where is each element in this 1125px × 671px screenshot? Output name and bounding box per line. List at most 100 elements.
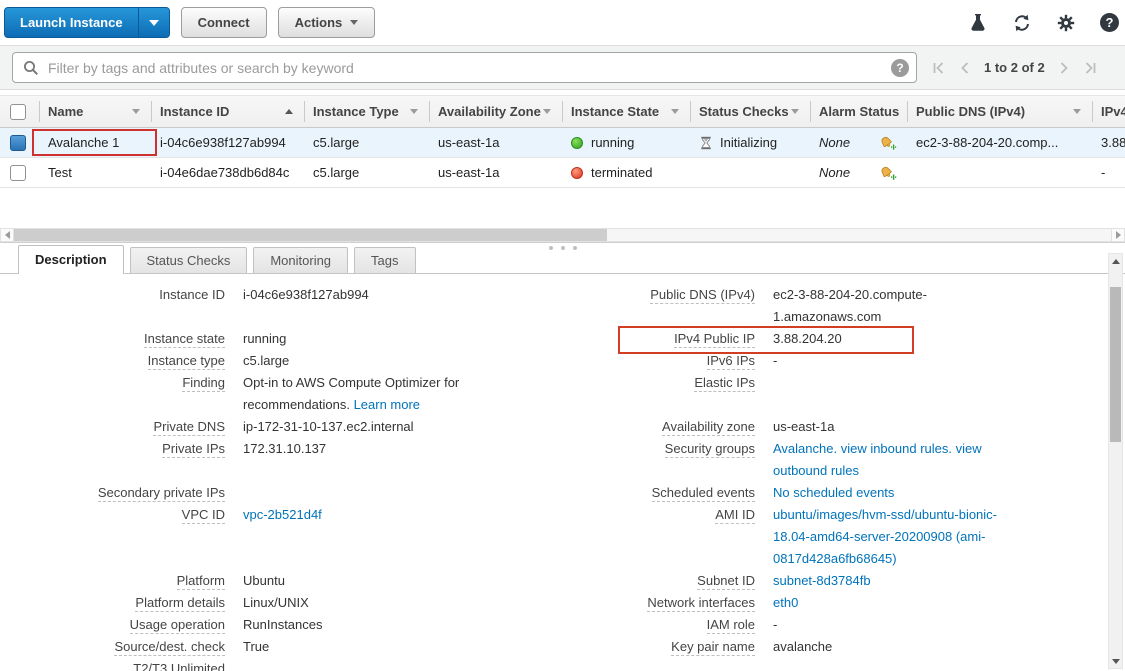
field-label: IPv6 IPs (560, 351, 755, 368)
alarm-status-label: None (819, 165, 850, 180)
availability-zone-cell: us-east-1a (430, 158, 563, 187)
field-label: Finding (0, 373, 225, 390)
description-row: Availability zoneus-east-1a (560, 417, 1100, 439)
horizontal-scroll-track[interactable] (14, 228, 1111, 242)
launch-instance-button[interactable]: Launch Instance (4, 7, 170, 38)
field-label (560, 549, 755, 551)
field-value-link[interactable]: Avalanche. view inbound rules. view (773, 441, 982, 456)
filter-input[interactable] (39, 60, 891, 76)
launch-instance-label[interactable]: Launch Instance (5, 8, 138, 37)
field-value: subnet-8d3784fb (773, 571, 871, 588)
alarm-status-cell: None (811, 158, 908, 187)
column-header-state[interactable]: Instance State (563, 96, 691, 127)
field-label: Platform details (0, 593, 225, 610)
column-header-type[interactable]: Instance Type (305, 96, 430, 127)
pagination-prev-button[interactable] (960, 62, 969, 74)
description-row: Security groups Avalanche. view inbound r… (560, 439, 1100, 461)
field-label: Elastic IPs (560, 373, 755, 390)
settings-gear-icon[interactable] (1057, 14, 1075, 32)
column-header-ip[interactable]: IPv4 Public IP (1093, 96, 1125, 127)
table-body: Avalanche 1i-04c6e938f127ab994c5.largeus… (0, 128, 1125, 188)
instances-table: NameInstance IDInstance Type Availability… (0, 95, 1125, 188)
field-value-link[interactable]: eth0 (773, 595, 798, 610)
field-value-text: c5.large (243, 353, 289, 368)
field-label (560, 461, 755, 463)
tab-description[interactable]: Description (18, 245, 124, 274)
field-label (0, 395, 225, 397)
instance-row[interactable]: Testi-04e6dae738db6d84cc5.largeus-east-1… (0, 158, 1125, 188)
field-label-text: T2/T3 Unlimited (133, 661, 225, 671)
field-value-link[interactable]: subnet-8d3784fb (773, 573, 871, 588)
pagination-last-button[interactable] (1084, 62, 1096, 74)
column-header-dns[interactable]: Public DNS (IPv4) (908, 96, 1093, 127)
actions-button[interactable]: Actions (278, 7, 376, 38)
column-header-alarm[interactable]: Alarm Status (811, 96, 908, 127)
field-value-link[interactable]: ubuntu/images/hvm-ssd/ubuntu-bionic- (773, 507, 997, 522)
state-label: terminated (591, 165, 652, 180)
description-row-continuation (0, 307, 555, 329)
description-row: IPv6 IPs- (560, 351, 1100, 373)
column-header-name[interactable]: Name (40, 96, 152, 127)
field-label-text: Subnet ID (697, 573, 755, 590)
field-value-link[interactable]: No scheduled events (773, 485, 894, 500)
triangle-right-icon (1116, 231, 1121, 239)
field-value: No scheduled events (773, 483, 894, 500)
filter-help-icon[interactable]: ? (891, 59, 909, 77)
refresh-icon[interactable] (1012, 14, 1032, 32)
field-value-link[interactable]: 18.04-amd64-server-20200908 (ami- (773, 529, 985, 544)
select-all-checkbox[interactable] (10, 104, 26, 120)
launch-instance-caret-button[interactable] (138, 8, 169, 37)
description-row-continuation (0, 527, 555, 549)
connect-button[interactable]: Connect (181, 7, 267, 38)
description-row: IPv4 Public IP3.88.204.20 (560, 329, 1100, 351)
row-checkbox[interactable] (10, 165, 26, 181)
scroll-up-arrow[interactable] (1109, 254, 1122, 268)
field-value-link[interactable]: 0817d428a6fb68645) (773, 551, 897, 566)
pagination-next-button[interactable] (1060, 62, 1069, 74)
instance-name-cell: Test (40, 158, 152, 187)
field-value-text: Ubuntu (243, 573, 285, 588)
vertical-scrollbar[interactable] (1108, 253, 1123, 669)
column-header-id[interactable]: Instance ID (152, 96, 305, 127)
pane-resize-handle[interactable] (549, 246, 577, 250)
tab-monitoring[interactable]: Monitoring (253, 247, 348, 273)
triangle-left-icon (5, 231, 10, 239)
instance-name: Test (48, 165, 72, 180)
description-row: VPC IDvpc-2b521d4f (0, 505, 555, 527)
pagination-first-button[interactable] (933, 62, 945, 74)
scroll-right-arrow[interactable] (1111, 228, 1125, 242)
field-value: c5.large (243, 351, 289, 368)
column-label: Public DNS (IPv4) (916, 104, 1025, 119)
field-label (560, 395, 755, 397)
tab-tags[interactable]: Tags (354, 247, 415, 273)
scroll-left-arrow[interactable] (0, 228, 14, 242)
scroll-down-arrow[interactable] (1109, 654, 1122, 668)
triangle-up-icon (1112, 259, 1120, 264)
select-all-checkbox-header[interactable] (0, 96, 40, 127)
field-value-link[interactable]: vpc-2b521d4f (243, 507, 322, 522)
column-header-checks[interactable]: Status Checks (691, 96, 811, 127)
column-header-az[interactable]: Availability Zone (430, 96, 563, 127)
horizontal-scrollbar[interactable] (0, 228, 1125, 242)
field-value-text: 3.88.204.20 (773, 331, 842, 346)
field-value: 1.amazonaws.com (773, 307, 881, 324)
tab-status-checks[interactable]: Status Checks (130, 247, 248, 273)
help-icon[interactable]: ? (1100, 13, 1119, 32)
create-alarm-icon[interactable] (880, 165, 898, 181)
column-label: Availability Zone (438, 104, 541, 119)
field-value-link[interactable]: Learn more (354, 397, 420, 412)
row-checkbox[interactable] (10, 135, 26, 151)
description-panel: Instance IDi-04c6e938f127ab994Instance s… (0, 274, 1125, 671)
field-value: ubuntu/images/hvm-ssd/ubuntu-bionic- (773, 505, 997, 522)
field-value-link[interactable]: outbound rules (773, 463, 859, 478)
instance-row[interactable]: Avalanche 1i-04c6e938f127ab994c5.largeus… (0, 128, 1125, 158)
create-alarm-icon[interactable] (880, 135, 898, 151)
description-row-continuation (0, 461, 555, 483)
horizontal-scroll-thumb[interactable] (14, 229, 607, 241)
field-label: Security groups (560, 439, 755, 456)
field-value-text: 1.amazonaws.com (773, 309, 881, 324)
vertical-scroll-thumb[interactable] (1110, 287, 1121, 442)
sort-caret-icon (132, 109, 140, 114)
filter-bar: ? 1 to 2 of 2 (0, 45, 1125, 90)
beaker-experiment-icon[interactable] (969, 13, 987, 33)
